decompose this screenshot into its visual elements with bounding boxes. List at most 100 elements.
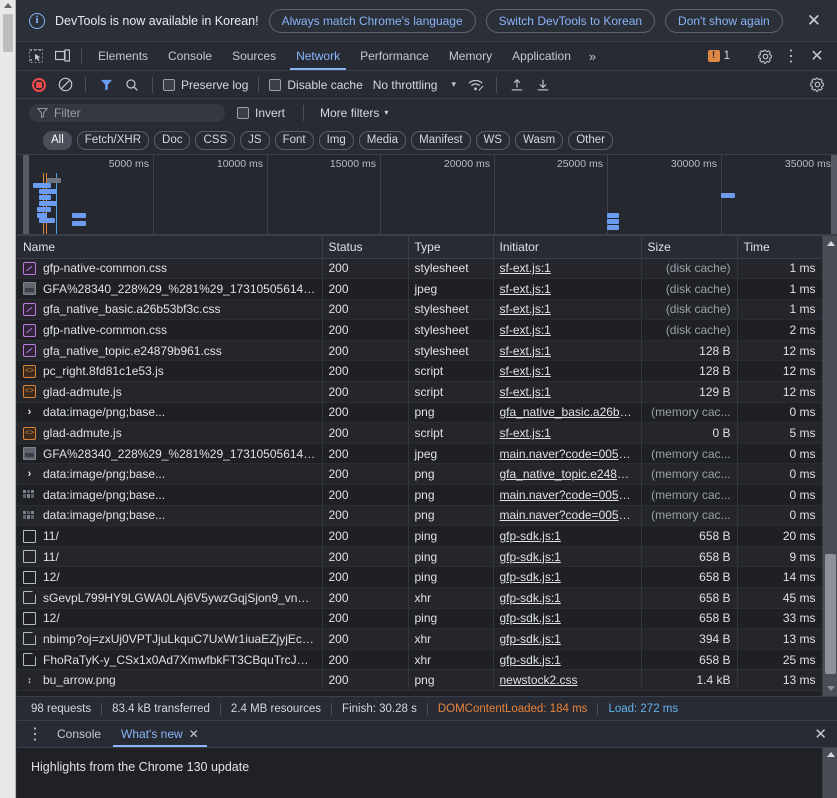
- column-header-name[interactable]: Name: [17, 236, 323, 259]
- preserve-log-checkbox[interactable]: Preserve log: [161, 78, 250, 92]
- initiator-link[interactable]: sf-ext.js:1: [500, 344, 551, 358]
- switch-to-korean-button[interactable]: Switch DevTools to Korean: [485, 8, 656, 33]
- table-row[interactable]: gfa_native_topic.e24879b961.css 200 styles…: [17, 340, 822, 362]
- chip-other[interactable]: Other: [568, 130, 613, 150]
- scrollbar-thumb[interactable]: [825, 554, 836, 674]
- initiator-link[interactable]: newstock2.css: [500, 673, 578, 687]
- chip-media[interactable]: Media: [358, 130, 407, 150]
- table-row[interactable]: ↕ bu_arrow.png 200 png newstock2.css 1.4 kB 13…: [17, 669, 822, 691]
- cell-name[interactable]: data:image/png;base...: [17, 484, 323, 506]
- tab-application[interactable]: Application: [502, 42, 581, 70]
- initiator-link[interactable]: sf-ext.js:1: [500, 323, 551, 337]
- export-har-icon[interactable]: [531, 74, 555, 96]
- initiator-link[interactable]: gfp-sdk.js:1: [500, 529, 561, 543]
- search-icon[interactable]: [120, 74, 144, 96]
- clear-button[interactable]: [53, 74, 77, 96]
- table-row[interactable]: <> glad-admute.js 200 script sf-ext.js:1 0 B5…: [17, 422, 822, 444]
- table-row[interactable]: data:image/png;base... 200 png main.naver?c…: [17, 484, 822, 506]
- close-devtools-icon[interactable]: ✕: [805, 45, 829, 67]
- initiator-link[interactable]: gfp-sdk.js:1: [500, 611, 561, 625]
- chip-css[interactable]: CSS: [195, 130, 236, 150]
- initiator-link[interactable]: gfp-sdk.js:1: [500, 591, 561, 605]
- cell-name[interactable]: › data:image/png;base...: [17, 402, 323, 424]
- cell-name[interactable]: 12/: [17, 566, 323, 588]
- column-header-status[interactable]: Status: [322, 236, 409, 259]
- scroll-down-arrow-icon[interactable]: [826, 686, 835, 691]
- tab-memory[interactable]: Memory: [439, 42, 502, 70]
- column-header-size[interactable]: Size: [641, 236, 738, 259]
- chip-font[interactable]: Font: [274, 130, 314, 150]
- chip-js[interactable]: JS: [240, 130, 270, 150]
- initiator-link[interactable]: main.naver?code=005930:6: [500, 508, 641, 522]
- table-row[interactable]: nbimp?oj=zxUj0VPTJjuLkquC7UxWr1iuaEZjyjE…: [17, 628, 822, 650]
- timeline-left-handle[interactable]: [23, 155, 29, 235]
- cell-name[interactable]: data:image/png;base...: [17, 505, 323, 527]
- drawer-tab-whats-new[interactable]: What's new ✕: [111, 721, 209, 747]
- network-settings-gear-icon[interactable]: [805, 74, 829, 96]
- cell-name[interactable]: <> glad-admute.js: [17, 381, 323, 403]
- drawer-more-options-icon[interactable]: ⋮: [23, 721, 47, 747]
- timeline-right-handle[interactable]: [831, 155, 837, 235]
- tab-elements[interactable]: Elements: [88, 42, 158, 70]
- cell-name[interactable]: › data:image/png;base...: [17, 463, 323, 486]
- filter-input[interactable]: Filter: [29, 103, 225, 122]
- initiator-link[interactable]: sf-ext.js:1: [500, 385, 551, 399]
- inspect-element-icon[interactable]: [23, 42, 49, 70]
- tab-console[interactable]: Console: [158, 42, 222, 70]
- initiator-link[interactable]: sf-ext.js:1: [500, 302, 551, 316]
- tab-network[interactable]: Network: [286, 42, 350, 70]
- table-row[interactable]: gfa_native_basic.a26b53bf3c.css 200 styles…: [17, 299, 822, 321]
- chip-doc[interactable]: Doc: [154, 130, 191, 150]
- cell-name[interactable]: GFA%28340_228%29_%281%29_173105056142...: [17, 443, 323, 465]
- column-header-type[interactable]: Type: [408, 236, 494, 259]
- column-header-time[interactable]: Time: [737, 236, 822, 259]
- requests-scrollbar[interactable]: [822, 236, 837, 696]
- initiator-link[interactable]: sf-ext.js:1: [500, 282, 551, 296]
- dont-show-again-button[interactable]: Don't show again: [665, 8, 783, 33]
- cell-name[interactable]: FhoRaTyK-y_CSx1x0Ad7XmwfbkFT3CBquTrcJRe.…: [17, 649, 323, 671]
- initiator-link[interactable]: gfp-sdk.js:1: [500, 570, 561, 584]
- table-row[interactable]: FhoRaTyK-y_CSx1x0Ad7XmwfbkFT3CBquTrcJRe.…: [17, 649, 822, 671]
- initiator-link[interactable]: gfa_native_topic.e24879b9: [500, 467, 641, 481]
- always-match-language-button[interactable]: Always match Chrome's language: [268, 8, 476, 33]
- initiator-link[interactable]: gfp-sdk.js:1: [500, 632, 561, 646]
- warning-badge[interactable]: ! 1: [702, 50, 736, 62]
- disable-cache-checkbox[interactable]: Disable cache: [267, 78, 364, 92]
- drawer-scrollbar[interactable]: [822, 748, 837, 798]
- table-row[interactable]: 11/200 ping gfp-sdk.js:1 658 B 20 ms: [17, 525, 822, 547]
- network-overview-timeline[interactable]: 5000 ms 10000 ms 15000 ms 20000 ms 25000 ms 3…: [17, 154, 837, 236]
- throttling-select[interactable]: No throttling ▾: [373, 78, 456, 92]
- cell-name[interactable]: 11/: [17, 525, 323, 547]
- chip-wasm[interactable]: Wasm: [515, 130, 564, 150]
- cell-name[interactable]: ↕ bu_arrow.png: [17, 669, 323, 691]
- initiator-link[interactable]: main.naver?code=005930:3: [500, 447, 641, 461]
- requests-scroll-area[interactable]: Name Status Type Initiator Size Time gfp…: [17, 236, 822, 696]
- more-filters-dropdown[interactable]: More filters ▾: [320, 106, 388, 120]
- cell-name[interactable]: gfa_native_basic.a26b53bf3c.css: [17, 299, 323, 321]
- cell-name[interactable]: GFA%28340_228%29_%281%29_173105056142...: [17, 278, 323, 300]
- device-toolbar-icon[interactable]: [49, 42, 75, 70]
- table-row[interactable]: › data:image/png;base... 200 png gfa_native_…: [17, 402, 822, 424]
- table-row[interactable]: sGevpL799HY9LGWA0LAj6V5ywzGqjSjon9_vn67.…: [17, 587, 822, 609]
- initiator-link[interactable]: gfa_native_basic.a26b53bf3: [500, 405, 641, 419]
- scroll-up-arrow-icon[interactable]: [826, 752, 835, 757]
- scroll-up-arrow-icon[interactable]: [4, 3, 12, 8]
- more-options-icon[interactable]: ⋮: [779, 45, 803, 67]
- chip-ws[interactable]: WS: [475, 130, 511, 150]
- initiator-link[interactable]: sf-ext.js:1: [500, 426, 551, 440]
- table-row[interactable]: data:image/png;base... 200 png main.naver?c…: [17, 505, 822, 527]
- gear-icon[interactable]: [753, 45, 777, 67]
- table-row[interactable]: <> pc_right.8fd81c1e53.js 200 script sf-ext.…: [17, 360, 822, 383]
- column-header-initiator[interactable]: Initiator: [493, 236, 642, 259]
- cell-name[interactable]: 12/: [17, 608, 323, 630]
- cell-name[interactable]: gfa_native_topic.e24879b961.css: [17, 340, 323, 362]
- network-conditions-icon[interactable]: [464, 74, 488, 96]
- table-row[interactable]: GFA%28340_228%29_%281%29_173105056142...…: [17, 443, 822, 465]
- cell-name[interactable]: sGevpL799HY9LGWA0LAj6V5ywzGqjSjon9_vn67.…: [17, 587, 323, 609]
- initiator-link[interactable]: sf-ext.js:1: [500, 364, 551, 378]
- close-icon[interactable]: ✕: [189, 727, 199, 741]
- cell-name[interactable]: gfp-native-common.css: [17, 258, 323, 280]
- drawer-tab-console[interactable]: Console: [47, 721, 111, 747]
- cell-name[interactable]: gfp-native-common.css: [17, 319, 323, 341]
- import-har-icon[interactable]: [505, 74, 529, 96]
